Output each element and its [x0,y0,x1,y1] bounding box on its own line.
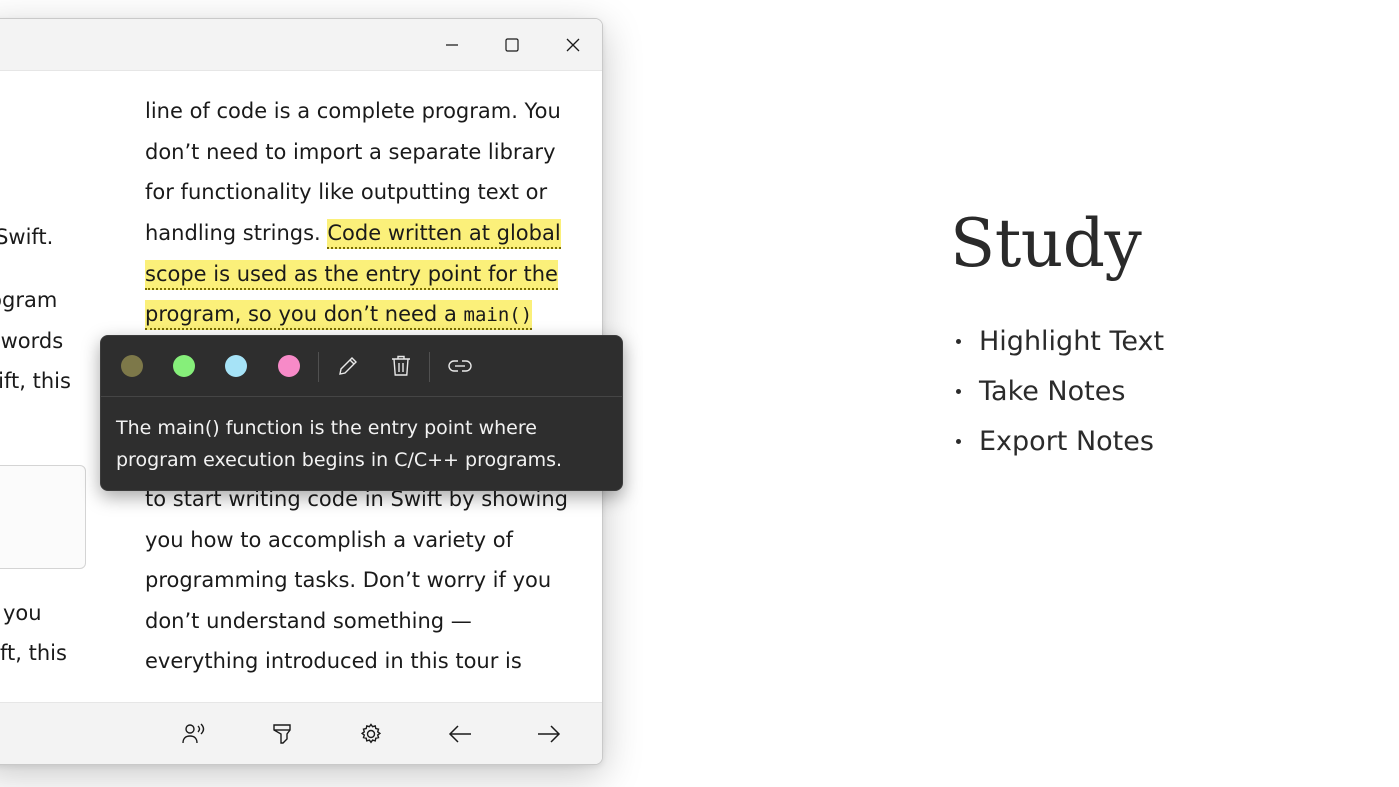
paragraph-line: handling strings. Code written at global [145,217,561,249]
paragraph-line: everything introduced in this tour is [145,649,522,673]
left-text-fragment: you [3,601,42,625]
note-text[interactable]: The main() function is the entry point w… [116,412,616,476]
feature-label: Export Notes [979,426,1154,457]
next-page-button[interactable] [532,717,566,751]
pencil-icon [339,357,357,375]
bullet-icon [956,439,961,444]
bottom-toolbar [0,702,602,764]
paragraph-line: program, so you don’t need a main() [145,298,533,330]
feature-item: Take Notes [955,372,1164,422]
toolbar-divider [429,352,430,382]
left-text-fragment: rogram [0,288,58,312]
paragraph-line: you how to accomplish a variety of [145,528,514,552]
highlighter-icon [273,724,291,744]
paragraph-line: line of code is a complete program. You [145,99,561,123]
color-swatch-green[interactable] [173,355,195,377]
previous-page-button[interactable] [443,717,477,751]
left-text-fragment: ft, this [0,641,67,665]
highlighted-text[interactable]: scope is used as the entry point for the [145,260,558,290]
highlight-popup: The main() function is the entry point w… [100,335,623,491]
inline-code: main() [463,304,533,326]
minimize-icon [446,44,458,46]
trash-icon [392,355,410,376]
gear-icon [360,723,382,744]
maximize-button[interactable] [489,25,535,65]
toolbar-divider [318,352,319,382]
close-icon [566,38,580,52]
title-bar [0,19,602,71]
color-swatch-pink[interactable] [278,355,300,377]
highlighted-text-part: program, so you don’t need a [145,302,464,326]
highlight-toolbar [101,336,622,397]
delete-highlight-button[interactable] [387,352,415,380]
maximize-icon [505,38,519,52]
highlighted-text[interactable]: program, so you don’t need a main() [145,300,533,330]
close-button[interactable] [550,25,596,65]
arrow-left-icon [448,725,471,743]
paragraph-line: don’t understand something — [145,609,472,633]
edit-note-button[interactable] [334,352,362,380]
highlighter-button[interactable] [265,717,299,751]
feature-list: Highlight Text Take Notes Export Notes [955,322,1164,472]
left-text-fragment: e words [0,329,64,353]
paragraph-line: for functionality like outputting text o… [145,180,548,204]
bullet-icon [956,339,961,344]
arrow-right-icon [538,725,561,743]
plain-text: handling strings. [145,221,328,245]
paragraph-line: don’t need to import a separate library [145,140,556,164]
left-text-fragment: f Swift. [0,225,54,249]
bullet-icon [956,389,961,394]
feature-label: Highlight Text [979,326,1165,357]
highlighted-text[interactable]: Code written at global [327,219,561,249]
read-aloud-button[interactable] [176,717,210,751]
color-swatch-olive[interactable] [121,355,143,377]
feature-item: Export Notes [955,422,1164,472]
paragraph-line: scope is used as the entry point for the [145,258,558,290]
left-page-fragments: f Swift. rogram e words wift, this you f… [0,72,101,702]
code-block-box [0,465,86,569]
feature-label: Take Notes [979,376,1126,407]
color-swatch-blue[interactable] [225,355,247,377]
copy-link-button[interactable] [446,352,474,380]
feature-item: Highlight Text [955,322,1164,372]
settings-button[interactable] [354,717,388,751]
link-icon [448,360,472,372]
read-aloud-icon [182,723,205,744]
promo-title: Study [950,205,1142,282]
paragraph-line: programming tasks. Don’t worry if you [145,568,552,592]
left-text-fragment: wift, this [0,369,71,393]
minimize-button[interactable] [429,25,475,65]
